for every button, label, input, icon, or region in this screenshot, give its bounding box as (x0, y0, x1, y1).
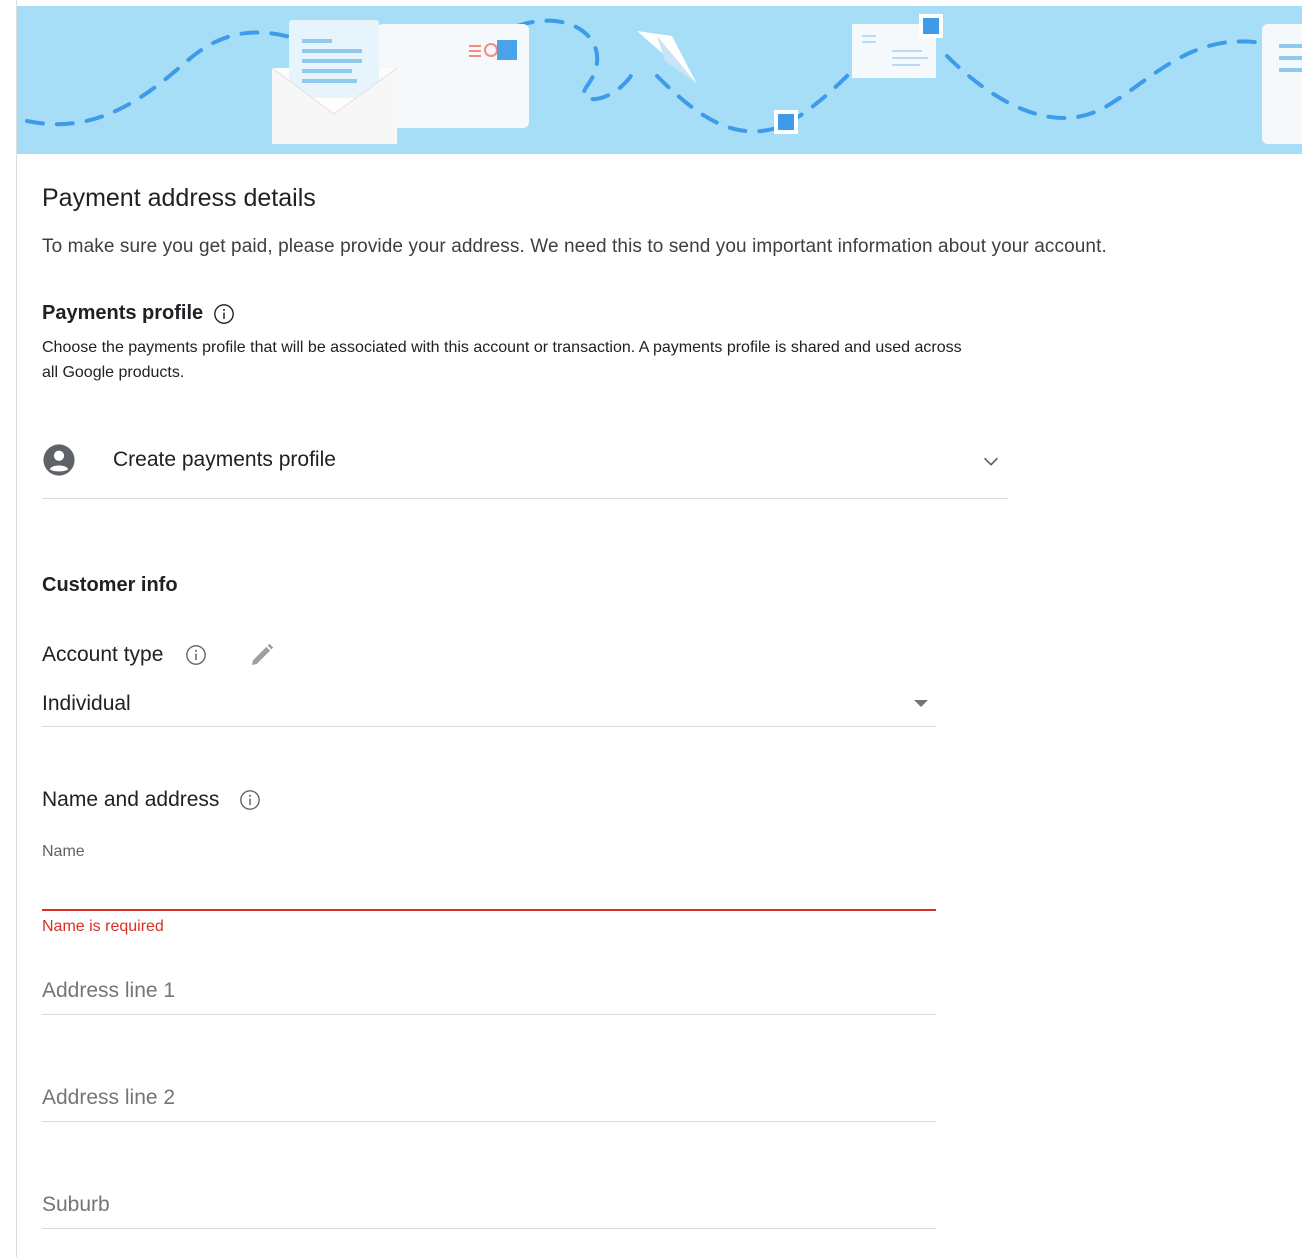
account-type-dropdown[interactable]: Individual (42, 686, 936, 727)
suburb-input[interactable] (42, 1188, 936, 1222)
name-and-address-heading-text: Name and address (42, 788, 220, 811)
pencil-icon[interactable] (247, 640, 277, 670)
name-input[interactable] (42, 875, 936, 909)
suburb-underline (42, 1228, 936, 1229)
page-title: Payment address details (42, 184, 316, 212)
address-line2-field (42, 1081, 936, 1122)
page-subtitle: To make sure you get paid, please provid… (42, 236, 1107, 257)
name-error-message: Name is required (42, 918, 164, 935)
payments-profile-selected: Create payments profile (113, 448, 336, 471)
payments-profile-description: Choose the payments profile that will be… (42, 339, 962, 381)
info-icon[interactable] (213, 303, 235, 325)
name-and-address-heading: Name and address (42, 788, 261, 812)
mail-illustration (25, 14, 1302, 144)
name-field-label: Name (42, 843, 85, 860)
address-line1-underline (42, 1014, 936, 1015)
dropdown-caret-icon (914, 700, 928, 707)
suburb-field (42, 1188, 936, 1229)
info-icon[interactable] (239, 789, 261, 811)
payments-profile-selector[interactable]: Create payments profile (42, 422, 1008, 499)
account-type-value: Individual (42, 692, 131, 715)
account-type-label-row: Account type (42, 640, 277, 670)
header-banner (17, 6, 1302, 154)
address-line1-field (42, 974, 936, 1015)
payments-profile-heading-text: Payments profile (42, 302, 204, 324)
address-line1-input[interactable] (42, 974, 936, 1008)
name-input-underline (42, 909, 936, 911)
chevron-down-icon (983, 457, 999, 466)
customer-info-heading: Customer info (42, 574, 178, 597)
account-type-label: Account type (42, 643, 164, 666)
info-icon[interactable] (185, 644, 207, 666)
address-line2-underline (42, 1121, 936, 1122)
page-left-edge (16, 0, 17, 1257)
address-line2-input[interactable] (42, 1081, 936, 1115)
account-circle-icon (43, 444, 75, 476)
name-field: Name Name is required (42, 843, 936, 936)
customer-info-heading-text: Customer info (42, 574, 178, 596)
payments-profile-heading: Payments profile (42, 302, 235, 325)
